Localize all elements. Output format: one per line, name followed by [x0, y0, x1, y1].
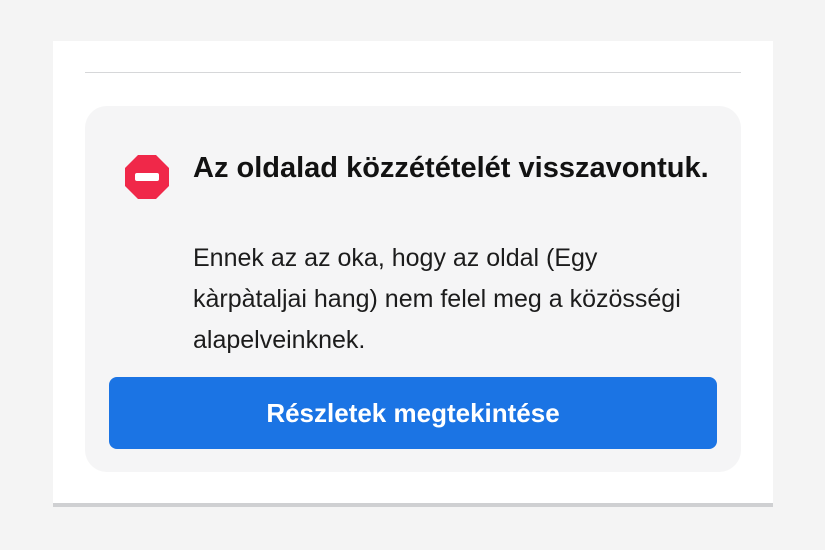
unpublished-notice: Az oldalad közzétételét visszavontuk. En…: [85, 106, 741, 472]
notice-title: Az oldalad közzétételét visszavontuk.: [193, 152, 709, 184]
notice-message: Ennek az az oka, hogy az oldal (Egy kàrp…: [193, 244, 681, 354]
stop-icon: [124, 154, 170, 200]
notification-card: Az oldalad közzétételét visszavontuk. En…: [53, 41, 773, 507]
view-details-button[interactable]: Részletek megtekintése: [109, 377, 717, 449]
divider: [85, 72, 741, 73]
